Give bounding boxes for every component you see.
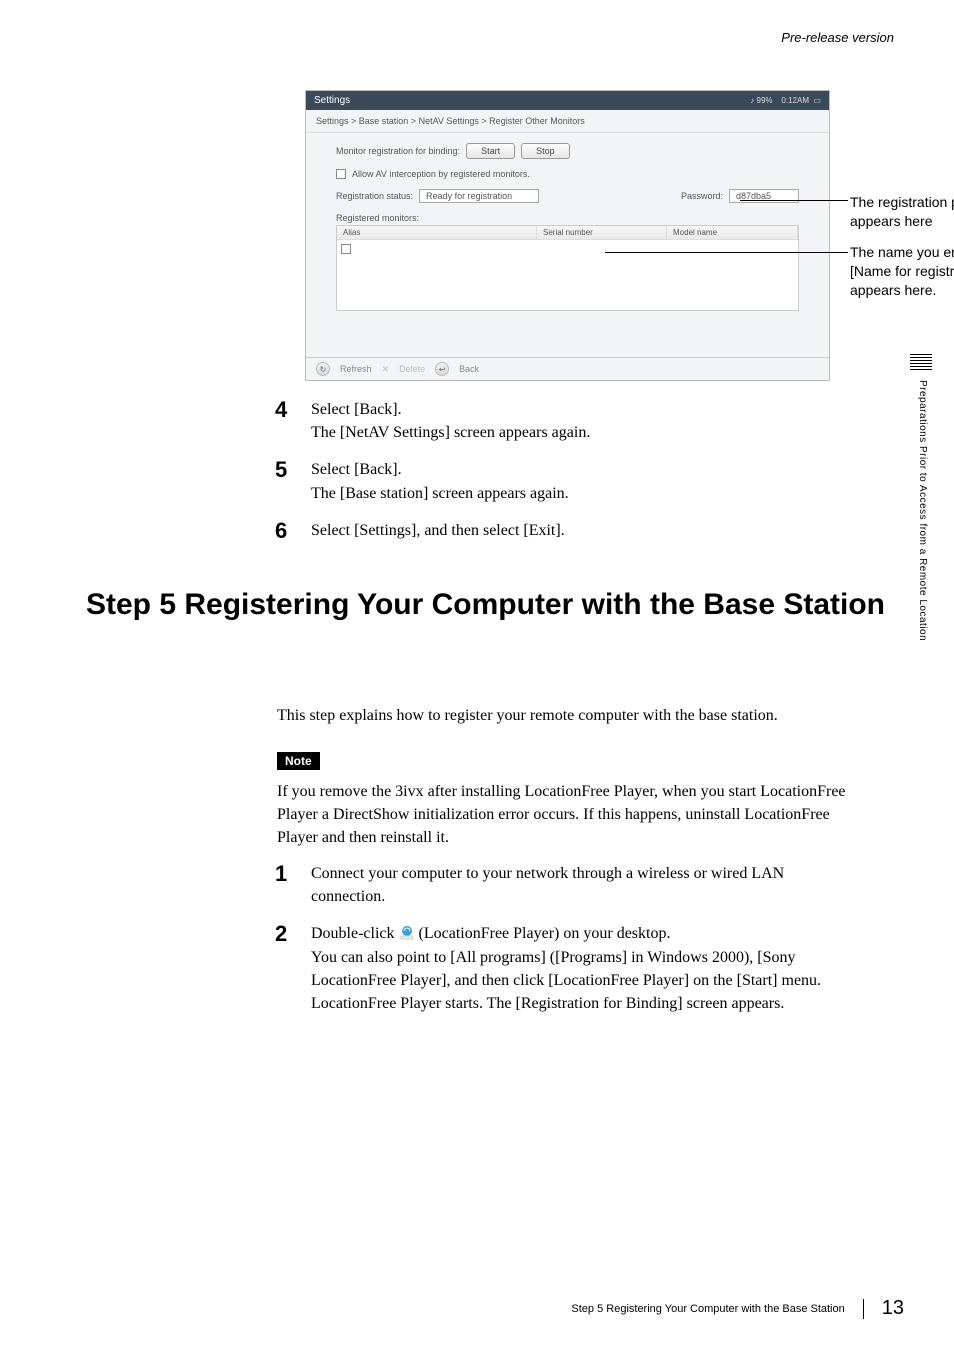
col-alias: Alias: [337, 226, 537, 239]
settings-panel-screenshot: Settings ♪ 99% 0:12AM ▭ Settings > Base …: [305, 90, 830, 381]
registered-monitors-label: Registered monitors:: [336, 213, 799, 223]
step5-result: The [Base station] screen appears again.: [311, 482, 849, 505]
step-number-4: 4: [275, 398, 295, 444]
step2-post: (LocationFree Player) on your desktop.: [419, 925, 671, 942]
col-model-name: Model name: [667, 226, 798, 239]
refresh-label: Refresh: [340, 364, 372, 374]
footer-text: Step 5 Registering Your Computer with th…: [571, 1303, 844, 1315]
step-number-6: 6: [275, 519, 295, 543]
reg-status-label: Registration status:: [336, 191, 413, 201]
delete-label: Delete: [399, 364, 425, 374]
registered-monitors-table: Alias Serial number Model name: [336, 225, 799, 311]
row-checkbox[interactable]: [341, 244, 351, 254]
allow-interception-checkbox[interactable]: [336, 169, 346, 179]
footer-divider: [863, 1299, 864, 1319]
allow-interception-label: Allow AV interception by registered moni…: [352, 169, 530, 179]
callout-leader-line: [605, 252, 848, 253]
section-intro: This step explains how to register your …: [277, 704, 847, 727]
step6-action: Select [Settings], and then select [Exit…: [311, 519, 849, 542]
step2-line1: Double-click (LocationFree Player) on yo…: [311, 922, 853, 945]
step-number-5: 5: [275, 458, 295, 504]
step2-line3: LocationFree Player starts. The [Registr…: [311, 992, 853, 1015]
reg-status-value: Ready for registration: [419, 189, 539, 203]
panel-status-icons: ♪ 99%: [750, 96, 772, 105]
start-button[interactable]: Start: [466, 143, 515, 159]
header-version: Pre-release version: [781, 30, 894, 45]
password-label: Password:: [681, 191, 723, 201]
step2-pre: Double-click: [311, 925, 399, 942]
callout-password: The registration password appears here: [850, 193, 954, 231]
back-icon[interactable]: ↩: [435, 362, 449, 376]
panel-clock: 0:12AM: [781, 96, 809, 105]
step1-text: Connect your computer to your network th…: [311, 862, 853, 908]
step4-action: Select [Back].: [311, 398, 849, 421]
refresh-icon[interactable]: ↻: [316, 362, 330, 376]
step-number-1: 1: [275, 862, 295, 908]
breadcrumb: Settings > Base station > NetAV Settings…: [306, 110, 829, 133]
callout-registration-name: The name you entered for [Name for regis…: [850, 243, 954, 300]
page-footer: Step 5 Registering Your Computer with th…: [0, 1297, 954, 1320]
panel-title: Settings: [314, 95, 350, 106]
step5-action: Select [Back].: [311, 458, 849, 481]
step2-line2: You can also point to [All programs] ([P…: [311, 946, 853, 992]
reg-binding-label: Monitor registration for binding:: [336, 146, 460, 156]
note-tag: Note: [277, 752, 320, 770]
note-body: If you remove the 3ivx after installing …: [277, 780, 847, 850]
step-number-2: 2: [275, 922, 295, 1015]
page-edge-marks: [910, 330, 932, 370]
page-number: 13: [882, 1297, 904, 1320]
locationfree-player-icon: [399, 924, 415, 940]
side-section-label: Preparations Prior to Access from a Remo…: [912, 380, 928, 641]
callout-leader-line: [740, 200, 848, 201]
panel-titlebar: Settings ♪ 99% 0:12AM ▭: [306, 91, 829, 110]
section-heading: Step 5 Registering Your Computer with th…: [86, 586, 886, 624]
col-serial-number: Serial number: [537, 226, 667, 239]
step4-result: The [NetAV Settings] screen appears agai…: [311, 421, 849, 444]
back-label: Back: [459, 364, 479, 374]
stop-button[interactable]: Stop: [521, 143, 570, 159]
